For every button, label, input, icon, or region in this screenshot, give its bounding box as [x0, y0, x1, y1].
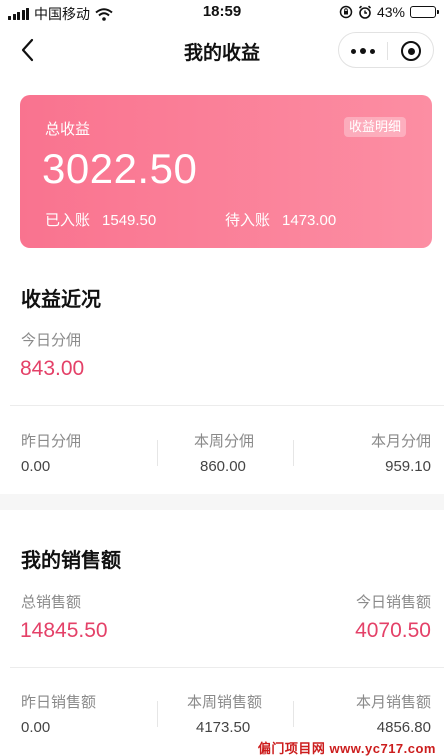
total-earnings-card: 总收益 收益明细 3022.50 已入账 1549.50 待入账 1473.00 [20, 95, 432, 248]
target-icon [401, 41, 421, 61]
alarm-icon [358, 5, 372, 19]
credited-value: 1549.50 [102, 212, 157, 229]
pending-label: 待入账 [225, 212, 271, 229]
today-commission-label: 今日分佣 [21, 332, 82, 349]
today-sales-label: 今日销售额 [355, 594, 431, 611]
month-sales-value: 4856.80 [376, 719, 431, 736]
status-right: 43% [339, 4, 439, 20]
total-sales-label: 总销售额 [21, 594, 82, 611]
dot-icon [370, 48, 375, 54]
watermark: 偏门项目网 www.yc717.com [257, 741, 436, 756]
earnings-detail-button[interactable]: 收益明细 [343, 117, 406, 137]
recent-earnings-title: 收益近况 [21, 289, 101, 311]
credited-row: 已入账 1549.50 [45, 209, 156, 230]
my-sales-title: 我的销售额 [21, 550, 121, 572]
yesterday-sales-value: 0.00 [21, 719, 51, 736]
credited-label: 已入账 [45, 212, 91, 229]
column-divider [157, 701, 158, 727]
battery-percent: 43% [376, 4, 405, 20]
today-commission-value: 843.00 [20, 357, 85, 380]
rotation-lock-icon [339, 5, 353, 19]
divider [10, 405, 444, 406]
total-earnings-value: 3022.50 [42, 145, 198, 192]
section-separator [0, 494, 444, 510]
dot-icon [360, 48, 366, 54]
total-sales-value: 14845.50 [20, 619, 108, 642]
more-button[interactable] [339, 33, 387, 69]
dot-icon [351, 48, 356, 54]
status-bar: 中国移动 18:59 43% [0, 0, 444, 26]
column-divider [293, 701, 294, 727]
month-commission-label: 本月分佣 [370, 433, 431, 450]
month-commission-value: 959.10 [385, 458, 431, 475]
pending-row: 待入账 1473.00 [225, 209, 336, 230]
yesterday-commission-value: 0.00 [21, 458, 51, 475]
divider [10, 667, 444, 668]
week-sales-value: 4173.50 [196, 719, 251, 736]
battery-icon [410, 6, 439, 18]
week-commission-label: 本周分佣 [194, 433, 255, 450]
total-earnings-label: 总收益 [45, 121, 91, 138]
today-sales-value: 4070.50 [355, 619, 431, 642]
close-button[interactable] [387, 33, 435, 69]
yesterday-sales-label: 昨日销售额 [21, 694, 97, 711]
week-sales-label: 本周销售额 [187, 694, 263, 711]
week-commission-value: 860.00 [200, 458, 246, 475]
column-divider [157, 440, 158, 466]
pending-value: 1473.00 [282, 212, 337, 229]
nav-bar: 我的收益 [0, 26, 444, 74]
yesterday-commission-label: 昨日分佣 [21, 433, 82, 450]
column-divider [293, 440, 294, 466]
month-sales-label: 本月销售额 [355, 694, 431, 711]
mini-program-capsule [338, 32, 434, 68]
